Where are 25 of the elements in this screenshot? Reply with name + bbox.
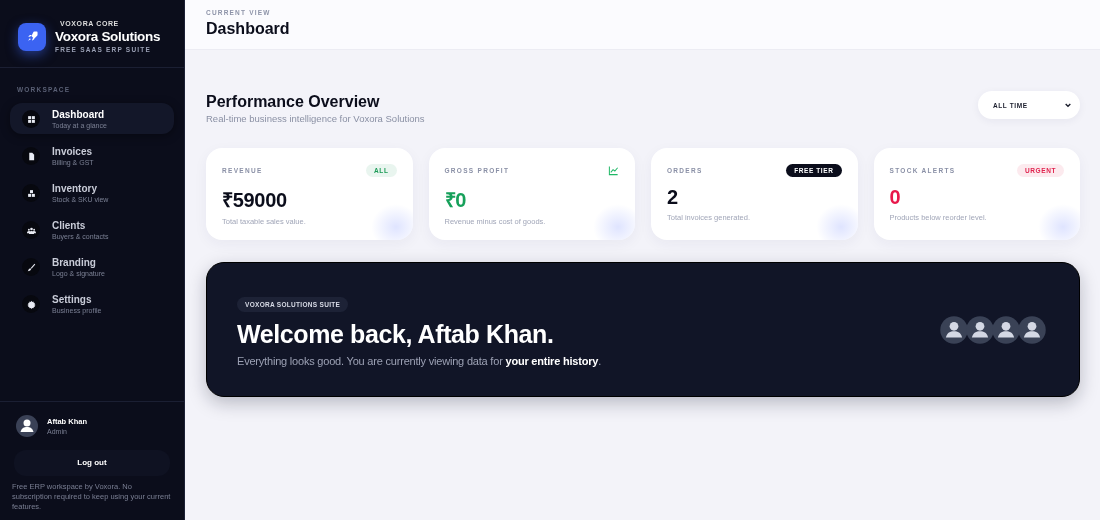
avatar-icon bbox=[939, 314, 969, 345]
page-title: Dashboard bbox=[206, 20, 291, 38]
brand-name: Voxora Solutions bbox=[55, 29, 161, 44]
settings-icon bbox=[26, 299, 36, 309]
avatar-icon bbox=[1017, 314, 1047, 345]
line-chart-icon bbox=[608, 164, 619, 176]
user-avatar bbox=[15, 413, 39, 438]
welcome-title: Welcome back, Aftab Khan. bbox=[237, 319, 555, 349]
section-title: Performance Overview bbox=[206, 93, 381, 111]
grid-icon bbox=[26, 114, 36, 124]
section-subtitle: Real-time business intelligence for Voxora Solutions bbox=[206, 113, 425, 124]
stat-value: 0 bbox=[889, 186, 902, 209]
people-icon bbox=[26, 225, 36, 235]
avatar-icon bbox=[991, 314, 1021, 345]
avatar-icon bbox=[965, 314, 995, 345]
stat-value: 2 bbox=[667, 186, 679, 209]
document-icon bbox=[26, 151, 36, 161]
welcome-text: Everything looks good. You are currently viewing data for your entire history. bbox=[237, 354, 602, 367]
rocket-icon bbox=[25, 30, 39, 43]
brush-icon bbox=[26, 262, 36, 272]
logout-button[interactable]: Log out bbox=[14, 449, 170, 476]
stat-value: ₹0 bbox=[444, 188, 468, 213]
stat-value: ₹59000 bbox=[222, 188, 288, 213]
chevron-down-icon bbox=[1064, 101, 1072, 109]
boxes-icon bbox=[26, 188, 36, 198]
